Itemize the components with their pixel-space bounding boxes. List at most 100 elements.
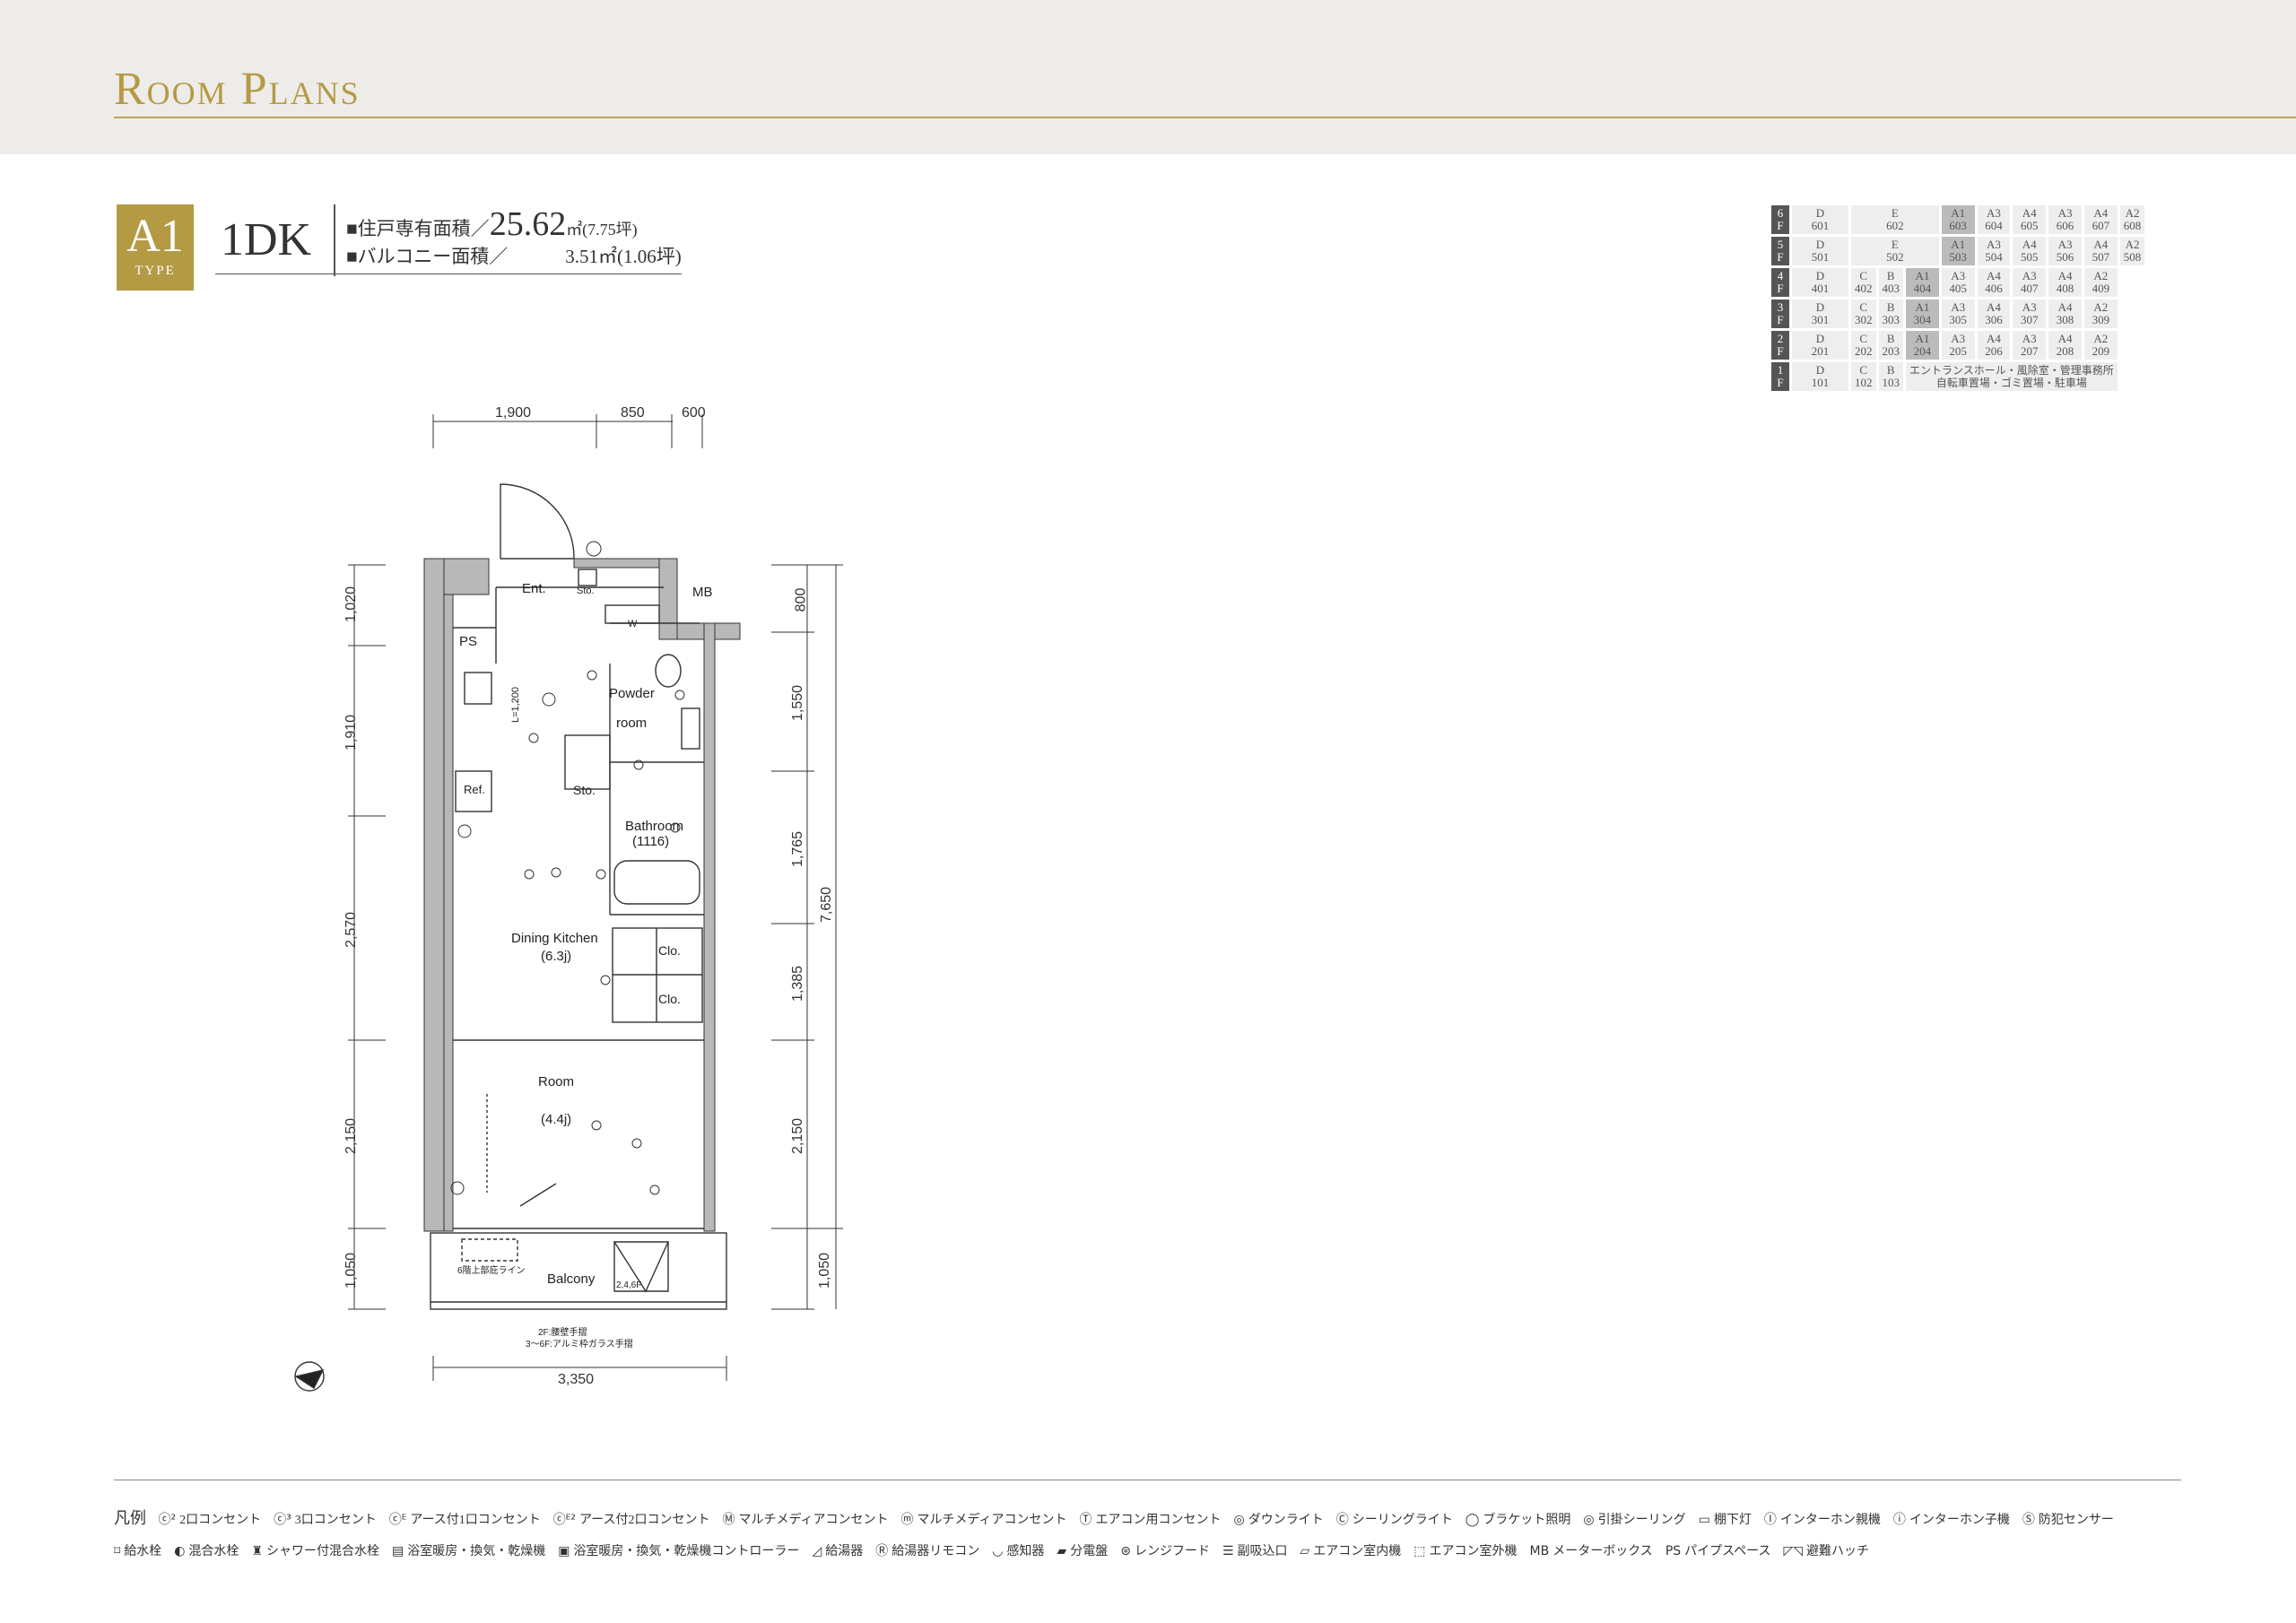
unit-cell: D 501 xyxy=(1792,237,1848,265)
legend-symbol-icon: ▱ xyxy=(1300,1544,1310,1558)
legend-symbol-icon: ◿ xyxy=(812,1544,822,1558)
legend-symbol-icon: ⓒᴱ xyxy=(388,1513,407,1527)
legend-symbol-icon: ◐ xyxy=(174,1544,186,1558)
unit-table-row: 1 F D 101 C 102 B 103 エントランスホール・風除室・管理事務所 自転車置場・ゴ… xyxy=(1771,362,2144,391)
legend-item: ◯ ブラケット照明 xyxy=(1465,1505,1571,1536)
unit-cell: D 401 xyxy=(1792,268,1848,297)
floor-label: 1F xyxy=(1771,362,1789,391)
label-rail-note-2: 3〜6F:アルミ枠ガラス手摺 xyxy=(526,1340,633,1350)
dim-top-2: 850 xyxy=(621,405,645,421)
unit-cell: B 103 xyxy=(1878,362,1903,391)
legend-item: PS パイプスペース xyxy=(1665,1536,1771,1567)
legend: 凡例 ⓒ² 2口コンセント ⓒ³ 3口コンセント ⓒᴱ アース付1口コンセント ⓒᴱ² アース… xyxy=(114,1503,2186,1567)
legend-symbol-icon: ⓒᴱ² xyxy=(552,1513,576,1527)
label-dining-kitchen-size: (6.3j) xyxy=(541,949,572,964)
unit-cell: A4 308 xyxy=(2048,299,2082,328)
unit-cell: A4 208 xyxy=(2048,331,2082,360)
unit-cell: C 102 xyxy=(1851,362,1876,391)
floor-label: 5F xyxy=(1771,237,1789,265)
unit-cell: B 303 xyxy=(1878,299,1903,328)
unit-cell: A2 608 xyxy=(2119,205,2145,234)
legend-item: ◿ 給湯器 xyxy=(812,1536,863,1567)
unit-cell: C 202 xyxy=(1851,331,1876,360)
type-code: A1 xyxy=(126,211,184,262)
legend-item: ◡ 感知器 xyxy=(992,1536,1044,1567)
legend-symbol-icon: ◯ xyxy=(1465,1513,1480,1527)
legend-item: ▱ エアコン室内機 xyxy=(1300,1536,1402,1567)
label-length-note: L=1,200 xyxy=(510,686,522,724)
label-bathroom: Bathroom xyxy=(625,819,684,834)
unit-cell: A4 206 xyxy=(1977,331,2011,360)
legend-symbol-icon: ⓒ³ xyxy=(274,1513,291,1527)
unit-cell: A4 607 xyxy=(2083,205,2118,234)
unit-cell: A4 605 xyxy=(2013,205,2047,234)
legend-item: ⓘ インターホン子機 xyxy=(1893,1505,2010,1536)
legend-label: 浴室暖房・換気・乾燥機 xyxy=(407,1545,546,1558)
header-rule xyxy=(114,117,2296,118)
legend-item: ☰ 副吸込口 xyxy=(1222,1536,1288,1567)
legend-label: 感知器 xyxy=(1006,1545,1045,1558)
legend-symbol-icon: ▣ xyxy=(558,1544,570,1558)
legend-symbol-icon: Ⓜ xyxy=(722,1513,735,1527)
balcony-area: ■バルコニー面積／ 3.51㎡(1.06坪) xyxy=(346,242,682,269)
dim-left-1: 1,020 xyxy=(344,586,360,623)
dim-right-5: 2,150 xyxy=(790,1117,806,1155)
legend-symbol-icon: Ⓡ xyxy=(875,1544,889,1558)
dim-left-5: 1,050 xyxy=(344,1252,360,1289)
legend-item: ⬚ エアコン室外機 xyxy=(1413,1536,1517,1567)
private-area-label: ■住戸専有面積／ xyxy=(346,218,490,239)
label-washer: W xyxy=(628,619,638,629)
label-balcony: Balcony xyxy=(547,1271,596,1287)
legend-label: 給水栓 xyxy=(124,1545,162,1558)
private-area-value: 25.62 xyxy=(489,205,567,243)
unit-cell: A3 604 xyxy=(1977,205,2011,234)
dim-top-1: 1,900 xyxy=(495,405,532,421)
legend-item: Ⓒ シーリングライト xyxy=(1336,1505,1453,1536)
unit-cell: C 302 xyxy=(1851,299,1876,328)
legend-symbol-icon: ◡ xyxy=(992,1544,1004,1558)
legend-item: Ⓜ マルチメディアコンセント xyxy=(722,1505,888,1536)
dim-bottom: 3,350 xyxy=(558,1372,595,1387)
legend-symbol-icon: PS xyxy=(1665,1544,1682,1558)
floor-plan: 1,900 850 600 1,020 1,910 2,570 2,150 1,… xyxy=(269,395,861,1417)
unit-cell: D 201 xyxy=(1792,331,1848,360)
unit-cell: A3 207 xyxy=(2013,331,2047,360)
legend-symbol-icon: ⓘ xyxy=(1892,1513,1906,1527)
legend-label: 浴室暖房・換気・乾燥機コントローラー xyxy=(573,1545,800,1558)
label-storage-top: Sto. xyxy=(577,586,595,596)
legend-label: エアコン室外機 xyxy=(1429,1545,1518,1558)
legend-label: アース付1口コンセント xyxy=(410,1514,541,1527)
label-room-size: (4.4j) xyxy=(541,1112,572,1127)
label-entrance: Ent. xyxy=(522,581,546,596)
unit-cell: A3 606 xyxy=(2048,205,2082,234)
dim-right-6: 1,050 xyxy=(817,1252,833,1289)
balcony-area-value: 3.51㎡(1.06坪) xyxy=(565,246,682,267)
legend-item: ◐ 混合水栓 xyxy=(174,1536,239,1567)
legend-symbol-icon: ⊛ xyxy=(1120,1544,1131,1558)
unit-cell: A3 305 xyxy=(1941,299,1975,328)
legend-label: 2口コンセント xyxy=(179,1514,262,1527)
unit-cell: A1 603 xyxy=(1941,205,1975,234)
legend-item: ▰ 分電盤 xyxy=(1057,1536,1108,1567)
legend-symbol-icon: ⓒ² xyxy=(158,1513,177,1527)
legend-item: ◎ ダウンライト xyxy=(1234,1505,1324,1536)
label-powder: Powder xyxy=(609,686,655,701)
legend-item: ⓒᴱ² アース付2口コンセント xyxy=(553,1505,710,1536)
legend-label: レンジフード xyxy=(1134,1545,1210,1558)
unit-table-row: 6 F D 601 E 602 A1 603 A3 604 A4 605 A3 606 A4 607 A2 608 xyxy=(1771,205,2145,234)
private-area-unit: ㎡(7.75坪) xyxy=(566,221,638,239)
legend-item: Ⓘ インターホン親機 xyxy=(1764,1505,1881,1536)
legend-symbol-icon: Ⓣ xyxy=(1079,1513,1092,1527)
unit-cell: A2 508 xyxy=(2119,237,2145,265)
legend-symbol-icon: Ⓘ xyxy=(1763,1513,1777,1527)
legend-label: インターホン親機 xyxy=(1779,1514,1881,1527)
legend-symbol-icon: ☰ xyxy=(1222,1544,1234,1558)
legend-item: ⓒ² 2口コンセント xyxy=(159,1505,262,1536)
type-sub: TYPE xyxy=(135,264,176,278)
unit-cell: A1 404 xyxy=(1906,268,1939,297)
unit-cell: A2 409 xyxy=(2083,268,2118,297)
unit-cell: A3 405 xyxy=(1941,268,1975,297)
legend-symbol-icon: ◎ xyxy=(1233,1513,1245,1527)
legend-label: インターホン子機 xyxy=(1909,1514,2010,1527)
type-badge: A1 TYPE xyxy=(117,204,194,291)
